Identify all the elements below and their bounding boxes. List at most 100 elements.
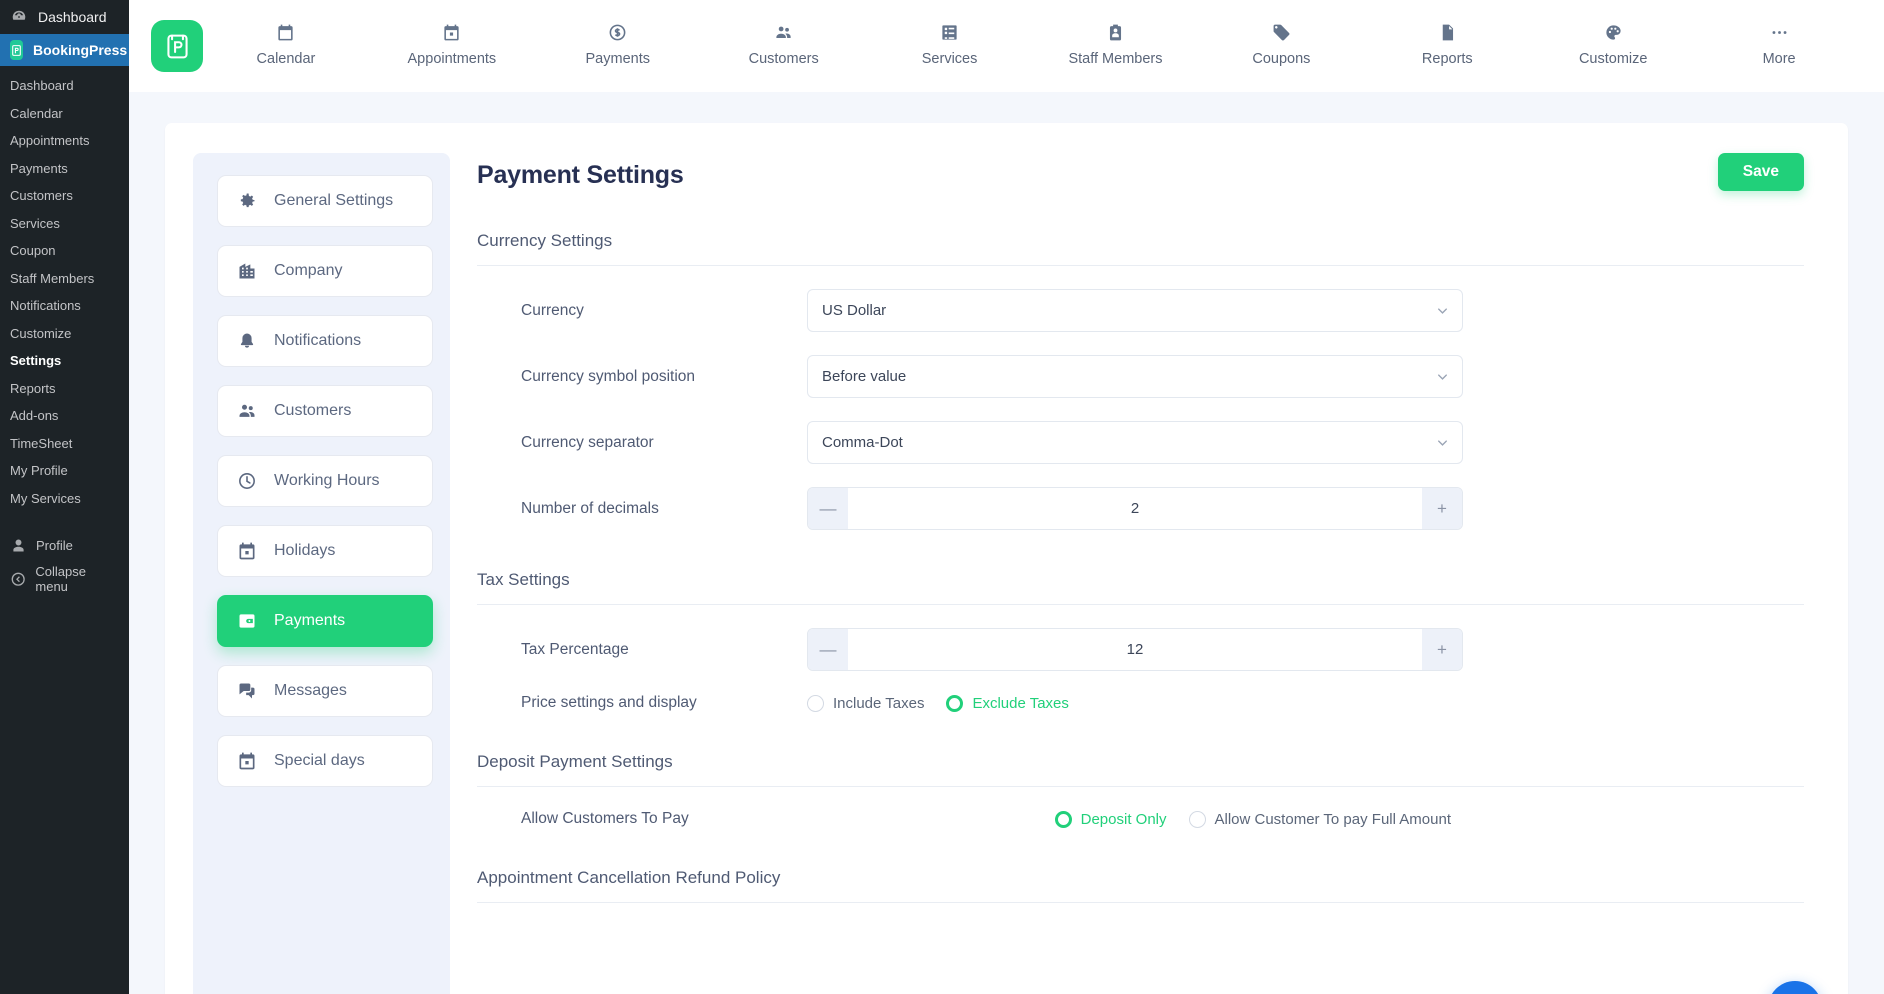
- topnav-item-calendar[interactable]: Calendar: [203, 18, 369, 67]
- tax-percentage-decrement-button[interactable]: —: [808, 629, 848, 670]
- topnav-item-customize[interactable]: Customize: [1530, 18, 1696, 67]
- topnav-item-customers[interactable]: Customers: [701, 18, 867, 67]
- wp-submenu-item-notifications[interactable]: Notifications: [0, 292, 129, 320]
- wp-submenu-item-coupon[interactable]: Coupon: [0, 237, 129, 265]
- settings-item-customers[interactable]: Customers: [217, 385, 433, 437]
- settings-item-notifications[interactable]: Notifications: [217, 315, 433, 367]
- settings-item-label: Company: [274, 262, 343, 279]
- settings-item-label: Holidays: [274, 542, 336, 559]
- topnav-label: More: [1762, 51, 1796, 67]
- wp-submenu-item-my-profile[interactable]: My Profile: [0, 457, 129, 485]
- topnav-label: Appointments: [407, 51, 497, 67]
- decimals-value[interactable]: 2: [848, 488, 1422, 529]
- bell-icon: [236, 330, 258, 352]
- services-grid-icon: [940, 22, 959, 42]
- topnav-item-services[interactable]: Services: [867, 18, 1033, 67]
- decimals-increment-button[interactable]: +: [1422, 488, 1462, 529]
- wp-submenu-item-staff-members[interactable]: Staff Members: [0, 265, 129, 293]
- section-title-tax: Tax Settings: [477, 570, 1804, 605]
- wp-profile-link[interactable]: Profile: [0, 532, 129, 559]
- wp-sidebar-bottom: Profile Collapse menu: [0, 532, 129, 599]
- radio-full-amount[interactable]: Allow Customer To pay Full Amount: [1188, 810, 1451, 828]
- wp-submenu-item-settings[interactable]: Settings: [0, 347, 129, 375]
- save-button[interactable]: Save: [1717, 153, 1804, 191]
- palette-icon: [1604, 22, 1623, 42]
- radio-label: Exclude Taxes: [972, 694, 1069, 712]
- topnav-item-appointments[interactable]: Appointments: [369, 18, 535, 67]
- topnav-items: Calendar Appointments Payments Customers: [203, 18, 1862, 67]
- speedometer-icon: [10, 8, 28, 26]
- wp-bookingpress-menu[interactable]: BookingPress: [0, 34, 129, 66]
- gear-icon: [236, 190, 258, 212]
- wp-dashboard-label: Dashboard: [38, 9, 107, 25]
- price-display-radio-group: Include Taxes Exclude Taxes: [807, 694, 1463, 712]
- section-title-refund-policy: Appointment Cancellation Refund Policy: [477, 868, 1804, 903]
- radio-label: Include Taxes: [833, 694, 925, 712]
- radio-include-taxes[interactable]: Include Taxes: [807, 694, 925, 712]
- topnav-label: Calendar: [256, 51, 316, 67]
- deposit-radio-group: Deposit Only Allow Customer To pay Full …: [1054, 810, 1463, 828]
- help-chat-button[interactable]: [1768, 981, 1822, 994]
- currency-separator-value: Comma-Dot: [822, 434, 903, 451]
- wp-dashboard-link[interactable]: Dashboard: [0, 0, 129, 34]
- currency-select[interactable]: US Dollar: [807, 289, 1463, 332]
- wp-submenu-item-customize[interactable]: Customize: [0, 320, 129, 348]
- topnav-item-more[interactable]: More: [1696, 18, 1862, 67]
- wp-submenu-item-appointments[interactable]: Appointments: [0, 127, 129, 155]
- bookingpress-topnav: Calendar Appointments Payments Customers: [129, 0, 1884, 92]
- settings-item-holidays[interactable]: Holidays: [217, 525, 433, 577]
- wp-submenu-item-add-ons[interactable]: Add-ons: [0, 402, 129, 430]
- bookingpress-logo-icon: [10, 40, 23, 60]
- wp-submenu-item-customers[interactable]: Customers: [0, 182, 129, 210]
- number-of-decimals-label: Number of decimals: [521, 499, 659, 517]
- topnav-item-coupons[interactable]: Coupons: [1198, 18, 1364, 67]
- settings-item-messages[interactable]: Messages: [217, 665, 433, 717]
- decimals-decrement-button[interactable]: —: [808, 488, 848, 529]
- tax-percentage-increment-button[interactable]: +: [1422, 629, 1462, 670]
- field-row-price-display: Price settings and display Include Taxes…: [477, 694, 1804, 712]
- wp-submenu-item-services[interactable]: Services: [0, 210, 129, 238]
- calendar-icon: [236, 750, 258, 772]
- wp-profile-label: Profile: [36, 538, 73, 553]
- wallet-icon: [236, 610, 258, 632]
- field-row-allow-customers-to-pay: Allow Customers To Pay Deposit Only Allo…: [477, 810, 1804, 828]
- field-row-symbol-position: Currency symbol position Before value: [477, 355, 1804, 398]
- sidebar-divider: [0, 518, 129, 532]
- wp-submenu-item-timesheet[interactable]: TimeSheet: [0, 430, 129, 458]
- radio-dot-icon: [1054, 810, 1072, 828]
- ellipsis-icon: [1770, 22, 1789, 42]
- wp-submenu-item-payments[interactable]: Payments: [0, 155, 129, 183]
- clock-icon: [236, 470, 258, 492]
- wp-submenu-item-dashboard[interactable]: Dashboard: [0, 72, 129, 100]
- radio-deposit-only[interactable]: Deposit Only: [1054, 810, 1167, 828]
- settings-item-company[interactable]: Company: [217, 245, 433, 297]
- field-row-currency: Currency US Dollar: [477, 289, 1804, 332]
- wp-collapse-menu-button[interactable]: Collapse menu: [0, 559, 129, 599]
- tax-percentage-label: Tax Percentage: [521, 640, 629, 658]
- document-icon: [1438, 22, 1457, 42]
- settings-item-general-settings[interactable]: General Settings: [217, 175, 433, 227]
- topnav-label: Services: [921, 51, 978, 67]
- settings-panel: Payment Settings Save Currency Settings …: [450, 123, 1848, 994]
- radio-dot-icon: [1188, 810, 1206, 828]
- settings-item-special-days[interactable]: Special days: [217, 735, 433, 787]
- currency-symbol-position-select[interactable]: Before value: [807, 355, 1463, 398]
- radio-exclude-taxes[interactable]: Exclude Taxes: [946, 694, 1069, 712]
- currency-select-value: US Dollar: [822, 302, 887, 319]
- allow-customers-to-pay-label: Allow Customers To Pay: [521, 810, 689, 827]
- wp-submenu-item-calendar[interactable]: Calendar: [0, 100, 129, 128]
- bookingpress-logo-large-icon[interactable]: [151, 20, 203, 72]
- topnav-label: Coupons: [1252, 51, 1311, 67]
- currency-separator-select[interactable]: Comma-Dot: [807, 421, 1463, 464]
- wp-submenu-item-my-services[interactable]: My Services: [0, 485, 129, 513]
- wp-submenu-item-reports[interactable]: Reports: [0, 375, 129, 403]
- topnav-item-payments[interactable]: Payments: [535, 18, 701, 67]
- topnav-item-reports[interactable]: Reports: [1364, 18, 1530, 67]
- topnav-label: Customers: [748, 51, 819, 67]
- settings-item-working-hours[interactable]: Working Hours: [217, 455, 433, 507]
- topnav-item-staff-members[interactable]: Staff Members: [1033, 18, 1199, 67]
- radio-label: Deposit Only: [1080, 810, 1167, 828]
- tax-percentage-value[interactable]: 12: [848, 629, 1422, 670]
- settings-item-payments[interactable]: Payments: [217, 595, 433, 647]
- dollar-coin-icon: [608, 22, 627, 42]
